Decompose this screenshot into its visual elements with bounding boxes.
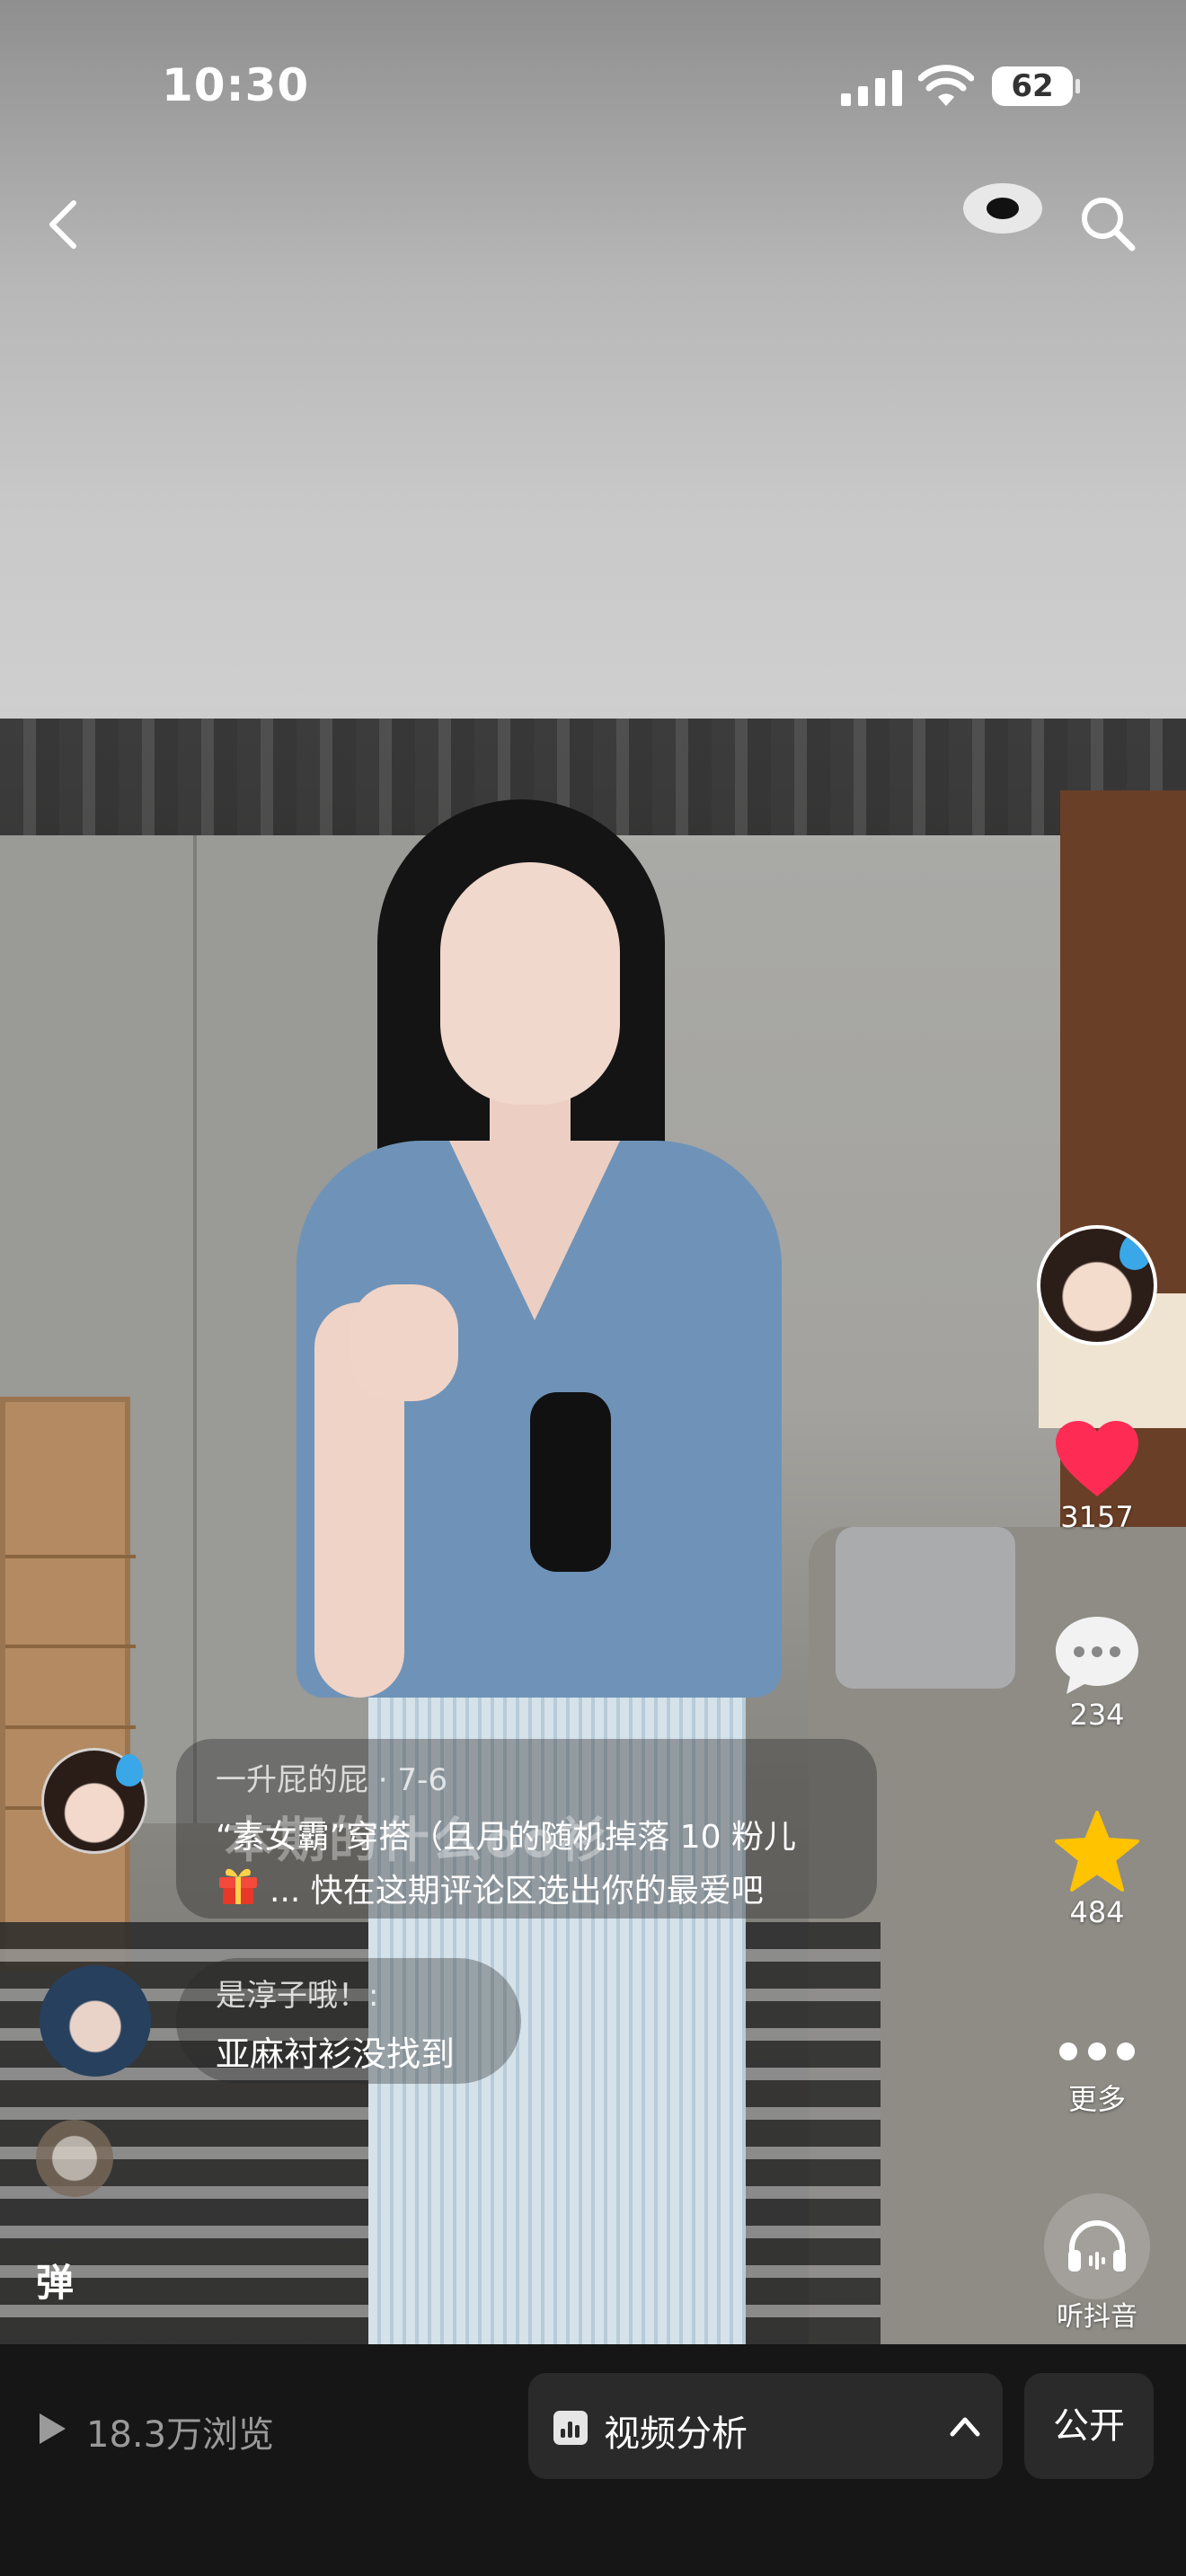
battery-indicator: 62 [992,66,1080,106]
chevron-left-icon[interactable] [41,198,86,251]
water-drop-icon [116,1754,143,1786]
author-avatar-small[interactable] [41,1748,147,1854]
video-analysis-label: 视频分析 [604,2413,748,2455]
water-drop-icon [1120,1234,1150,1270]
more-button[interactable]: 更多 [1030,2026,1164,2118]
visibility-public-button[interactable]: 公开 [1024,2373,1154,2479]
blanket [836,1527,1015,1689]
video-subject [270,799,845,2344]
video-analysis-button[interactable] [528,2373,1003,2479]
favorite-count: 484 [1069,1895,1125,1929]
listen-label: 听抖音 [1057,2301,1137,2333]
heart-icon [1056,1421,1138,1496]
gift-icon [219,1868,257,1904]
like-button[interactable]: 3157 [1030,1419,1164,1534]
cellular-signal-icon [841,66,902,106]
comment-text: 亚麻衬衫没找到 [216,2034,456,2074]
like-count: 3157 [1060,1500,1134,1534]
comment-count: 234 [1069,1698,1125,1732]
listen-button[interactable]: 听抖音 [1030,2193,1164,2333]
post-author-meta[interactable]: 一升屁的屁 · 7-6 [216,1755,447,1799]
wifi-icon [918,65,974,106]
view-count: 18.3万浏览 [86,2414,275,2456]
status-time: 10:30 [162,59,310,111]
commenter-name: 是淳子哦！: [216,1978,379,2014]
headphones-icon [1068,2220,1126,2272]
chevron-up-icon [950,2417,980,2437]
commenter-avatar[interactable] [40,1965,151,2077]
author-avatar[interactable] [1037,1225,1157,1345]
wall-panel-line [193,835,197,1823]
search-icon[interactable] [1076,192,1139,255]
play-icon [40,2413,66,2444]
dresser [0,1397,136,1972]
ceiling-light [963,183,1042,234]
star-icon [1055,1811,1139,1892]
comment-button[interactable]: 234 [1030,1613,1164,1732]
comment-icon [1056,1617,1138,1694]
more-label: 更多 [1067,2082,1126,2116]
danmaku-toggle-button[interactable]: 弹 [36,2253,122,2317]
bar-chart-icon [553,2411,588,2445]
video-player[interactable] [0,0,1186,2344]
viewer-avatar [36,2120,113,2197]
post-caption[interactable]: “素女霸”穿搭（且月的随机掉落 10 粉儿 [216,1811,796,1857]
favorite-button[interactable]: 484 [1030,1809,1164,1929]
post-caption-continued[interactable]: ... 快在这期评论区选出你的最爱吧 [270,1865,764,1911]
more-dots-icon [1059,2042,1135,2060]
